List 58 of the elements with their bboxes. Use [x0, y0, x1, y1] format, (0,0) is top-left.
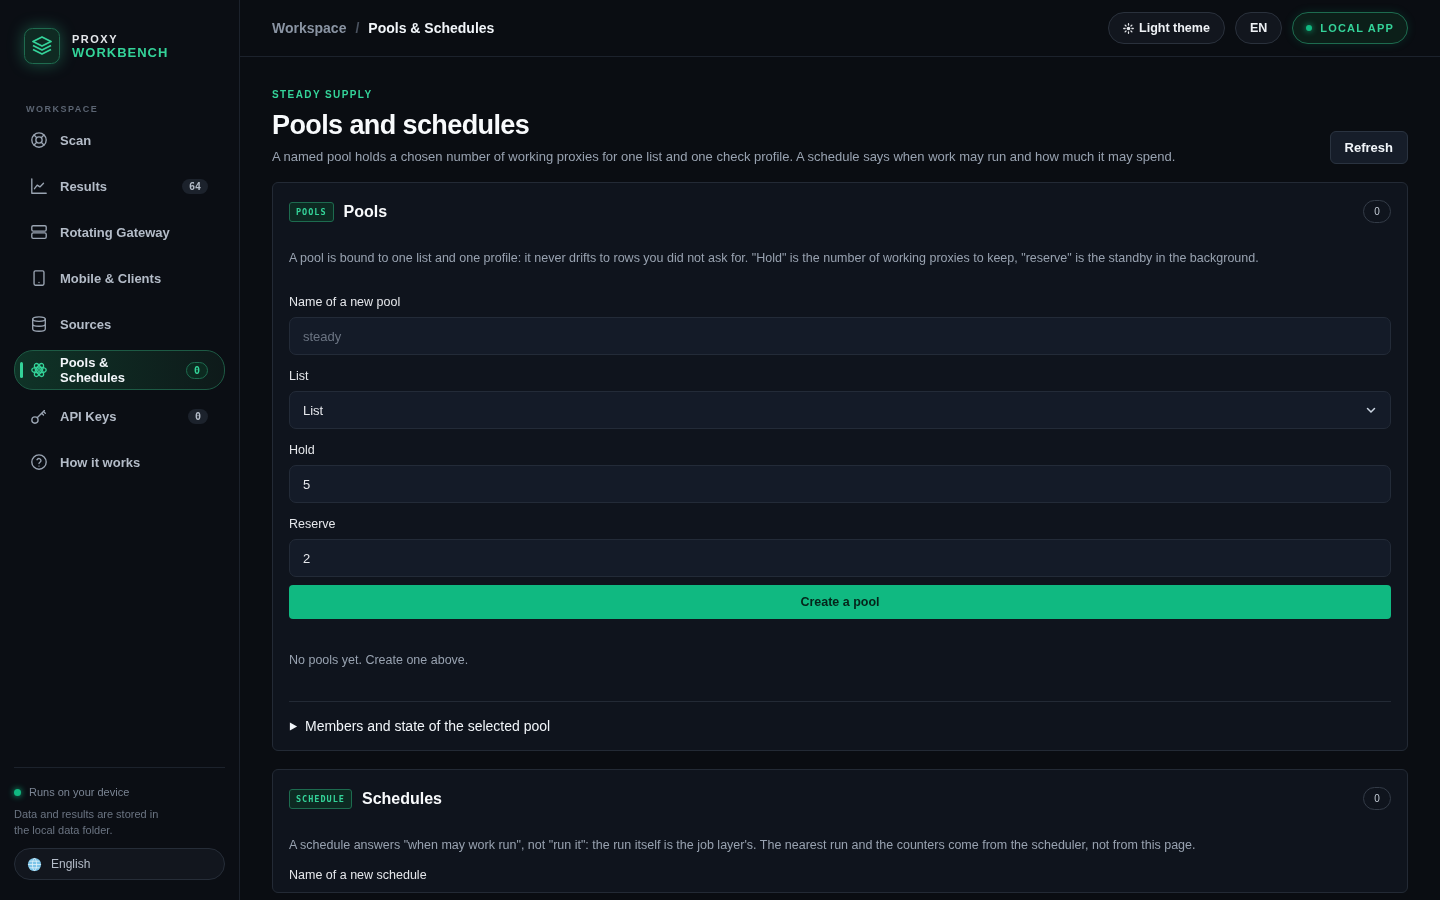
field-label: List	[289, 369, 310, 383]
storage-note: Data and results are stored in the local data folder.	[14, 807, 160, 838]
language-button[interactable]: EN	[1234, 12, 1283, 44]
brand-name: PROXY	[72, 32, 119, 46]
card-description: A pool is bound to one list and one profile: it never drifts to rows you did not ask for. "Hold" is the number of working proxies to keep, "reserve" is the standby in the background.	[289, 251, 1260, 265]
card-description: A schedule answers "when may work run", not "run it": the run itself is the job layer's. The nearest run and the counters come from the scheduler, not from this page.	[289, 838, 1197, 852]
phone-icon	[30, 269, 48, 287]
empty-message: No pools yet. Create one above.	[289, 653, 470, 667]
card-title: Schedules	[361, 789, 443, 808]
theme-button[interactable]: Light theme	[1108, 12, 1225, 44]
sidebar-item[interactable]: How it works	[14, 442, 225, 482]
status-text: Runs on your device	[29, 786, 130, 798]
input-field[interactable]: 2	[289, 539, 1391, 577]
create-pool-button[interactable]: Create a pool	[289, 585, 1391, 619]
sidebar-item[interactable]: Rotating Gateway	[14, 212, 225, 252]
breadcrumb-separator: /	[355, 20, 360, 36]
list-select[interactable]: List	[289, 391, 1391, 429]
eyebrow-label: STEADY SUPPLY	[272, 89, 374, 100]
field-label: Reserve	[289, 517, 337, 531]
page-title: Pools and schedules	[272, 110, 531, 141]
members-disclosure[interactable]: Members and state of the selected pool	[289, 701, 1391, 740]
language-button[interactable]: English	[14, 848, 225, 880]
input-field[interactable]: 5	[289, 465, 1391, 503]
count-badge: 0	[185, 361, 208, 379]
breadcrumb-current: Pools & Schedules	[368, 20, 495, 36]
help-icon	[30, 453, 48, 471]
count-badge: 0	[187, 408, 208, 424]
key-icon	[30, 407, 48, 425]
disclosure-triangle-icon	[289, 721, 298, 731]
field-label: Name of a new schedule	[289, 868, 428, 882]
sidebar-item[interactable]: Scan	[14, 120, 225, 160]
db-icon	[30, 315, 48, 333]
brand-name: WORKBENCH	[72, 46, 169, 60]
server-icon	[30, 223, 48, 241]
sidebar-item[interactable]: API Keys 0	[14, 396, 225, 436]
breadcrumb-link[interactable]: Workspace	[272, 20, 347, 36]
status-dot	[14, 788, 21, 796]
input-field[interactable]: steady	[289, 317, 1391, 355]
sun-icon	[1123, 22, 1135, 34]
layers-logo-icon	[24, 28, 60, 64]
sidebar-item[interactable]: Pools & Schedules 0	[14, 350, 225, 390]
chart-icon	[30, 177, 48, 195]
section-tag: SCHEDULE	[289, 788, 352, 809]
sidebar-item[interactable]: Results 64	[14, 166, 225, 206]
atom-icon	[30, 361, 48, 379]
sidebar-item[interactable]: Mobile & Clients	[14, 258, 225, 298]
scan-icon	[30, 131, 48, 149]
card-title: Pools	[343, 202, 389, 221]
count-badge: 64	[181, 178, 208, 194]
refresh-button[interactable]: Refresh	[1329, 131, 1408, 164]
section-label: WORKSPACE	[26, 104, 100, 114]
sidebar-item[interactable]: Sources	[14, 304, 225, 344]
local-app-badge: LOCAL APP	[1292, 12, 1408, 44]
field-label: Name of a new pool	[289, 295, 402, 309]
field-label: Hold	[289, 443, 316, 457]
page-description: A named pool holds a chosen number of working proxies for one list and one check profile. A schedule says when work may run and how much it may spend.	[272, 149, 1176, 164]
globe-icon	[27, 856, 42, 872]
section-tag: POOLS	[289, 201, 334, 222]
